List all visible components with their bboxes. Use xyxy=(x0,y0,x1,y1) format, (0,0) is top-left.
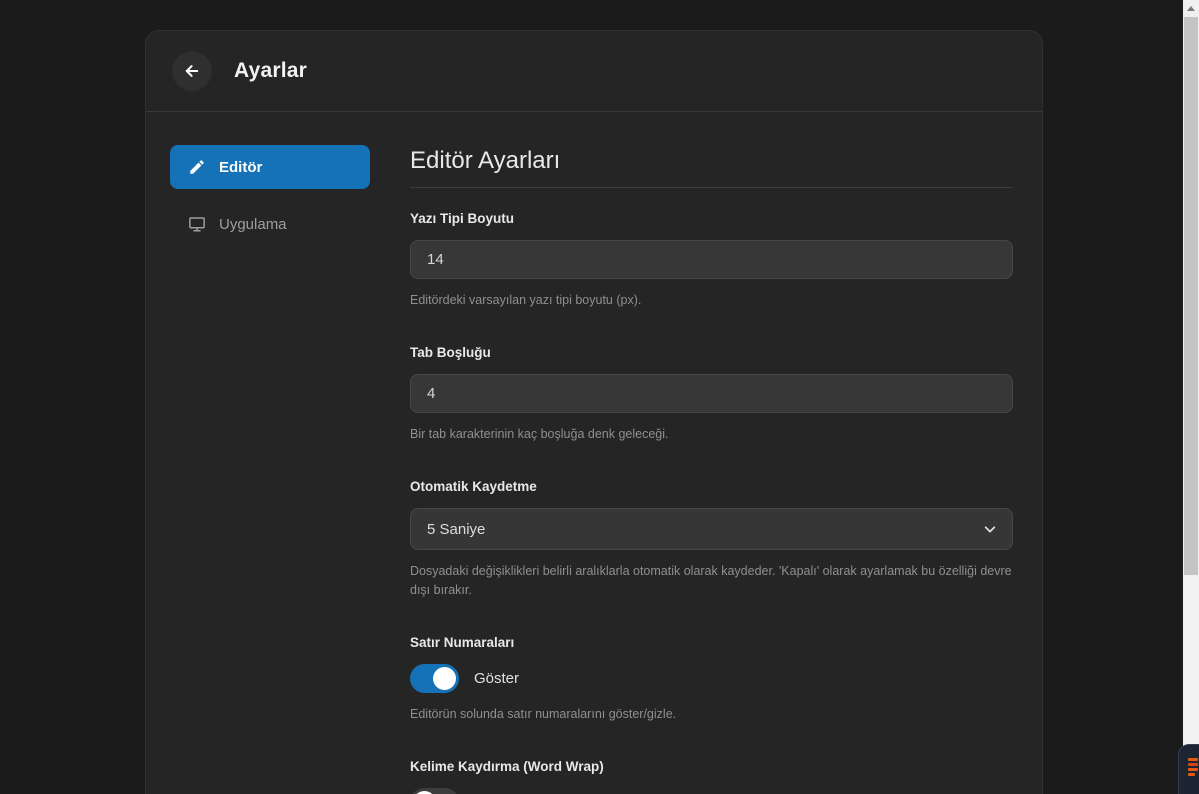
line-numbers-toggle[interactable] xyxy=(410,664,459,693)
scroll-up-arrow-icon xyxy=(1187,6,1195,11)
settings-header: Ayarlar xyxy=(146,31,1042,112)
setting-line-numbers: Satır Numaraları Göster Editörün solunda… xyxy=(410,635,1013,724)
sidebar-item-editor[interactable]: Editör xyxy=(170,145,370,189)
toggle-knob xyxy=(433,667,456,690)
list-bars-icon xyxy=(1188,758,1198,778)
setting-help: Bir tab karakterinin kaç boşluğa denk ge… xyxy=(410,425,1013,444)
back-button[interactable] xyxy=(172,51,212,91)
setting-help: Editörün solunda satır numaralarını göst… xyxy=(410,705,1013,724)
scrollbar-up-button[interactable] xyxy=(1183,0,1199,17)
sidebar-item-application[interactable]: Uygulama xyxy=(170,202,370,246)
sidebar-item-label: Uygulama xyxy=(219,216,287,233)
settings-card: Ayarlar Editör Uygulama xyxy=(145,30,1043,794)
setting-label: Tab Boşluğu xyxy=(410,345,1013,360)
setting-autosave: Otomatik Kaydetme 5 Saniye Dosyadaki değ… xyxy=(410,479,1013,600)
chevron-down-icon xyxy=(983,522,997,536)
toggle-state-label: Göster xyxy=(474,670,519,687)
autosave-select[interactable]: 5 Saniye xyxy=(410,508,1013,550)
monitor-icon xyxy=(188,215,206,233)
sidebar-item-label: Editör xyxy=(219,159,262,176)
setting-label: Satır Numaraları xyxy=(410,635,1013,650)
setting-tab-spacing: Tab Boşluğu Bir tab karakterinin kaç boş… xyxy=(410,345,1013,444)
tab-spacing-input[interactable] xyxy=(410,374,1013,413)
setting-label: Yazı Tipi Boyutu xyxy=(410,211,1013,226)
page-title: Ayarlar xyxy=(234,59,307,83)
vertical-scrollbar xyxy=(1183,0,1199,794)
devtools-corner-widget[interactable] xyxy=(1178,744,1199,794)
section-title: Editör Ayarları xyxy=(410,147,1013,175)
settings-panel: Editör Ayarları Yazı Tipi Boyutu Editörd… xyxy=(410,145,1013,794)
pencil-icon xyxy=(188,158,206,176)
font-size-input[interactable] xyxy=(410,240,1013,279)
setting-label: Kelime Kaydırma (Word Wrap) xyxy=(410,759,1013,774)
arrow-left-icon xyxy=(183,62,201,80)
word-wrap-toggle[interactable] xyxy=(410,788,459,794)
setting-font-size: Yazı Tipi Boyutu Editördeki varsayılan y… xyxy=(410,211,1013,310)
setting-label: Otomatik Kaydetme xyxy=(410,479,1013,494)
select-value: 5 Saniye xyxy=(427,521,485,538)
title-divider xyxy=(410,187,1013,188)
setting-help: Dosyadaki değişiklikleri belirli aralıkl… xyxy=(410,562,1013,600)
setting-help: Editördeki varsayılan yazı tipi boyutu (… xyxy=(410,291,1013,310)
settings-sidebar: Editör Uygulama xyxy=(170,145,370,794)
scrollbar-thumb[interactable] xyxy=(1184,17,1198,575)
setting-word-wrap: Kelime Kaydırma (Word Wrap) Aktif xyxy=(410,759,1013,794)
